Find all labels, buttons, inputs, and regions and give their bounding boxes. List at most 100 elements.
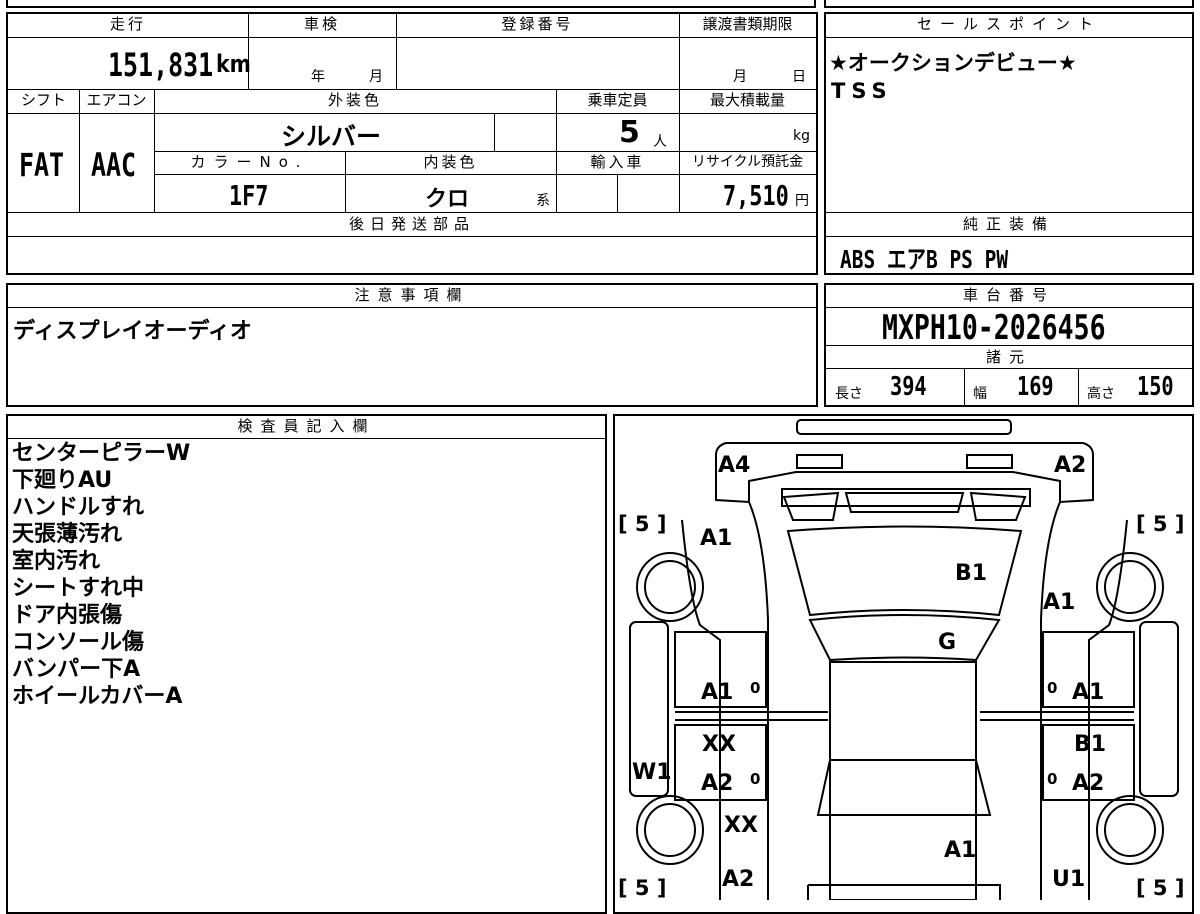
recycle-label: リサイクル預託金: [691, 154, 804, 170]
capacity-label: 乗車定員: [587, 91, 648, 109]
shift-label: シフト: [20, 91, 66, 109]
rule: [826, 368, 1192, 369]
later-parts-label: 後日発送部品: [348, 215, 475, 233]
wheel-rear-right-inner: [1104, 803, 1156, 857]
recycle-fee-value: 7,510: [723, 179, 789, 212]
inspector-note-line: シートすれ中: [12, 576, 145, 601]
mark-a2-left-rear: A2: [701, 771, 733, 796]
shaken-label: 車検: [303, 15, 340, 33]
inspector-note-line: ハンドルすれ: [12, 495, 145, 520]
car-diagram: A4 A2 [ 5 ] [ 5 ] A1 B1 A1 G A1 0 A1 0 X…: [618, 419, 1184, 900]
headlight-right: [966, 454, 1013, 469]
inspector-note-line: コンソール傷: [12, 630, 145, 655]
mark-u1: U1: [1052, 867, 1085, 892]
height-label: 高さ: [1087, 386, 1115, 402]
transfer-deadline-label: 譲渡書類期限: [702, 15, 793, 33]
windshield: [808, 614, 1001, 662]
grille-center: [844, 492, 965, 513]
rule: [155, 174, 816, 175]
rule: [964, 368, 965, 405]
inspector-note-line: ドア内張傷: [12, 603, 123, 628]
inspector-note-line: 室内汚れ: [12, 549, 101, 574]
door-mark: 0: [750, 770, 760, 788]
rule: [8, 307, 816, 308]
width-value: 169: [1017, 372, 1054, 402]
mark-w1: W1: [632, 760, 672, 785]
inspector-label: 検査員記入欄: [237, 417, 376, 435]
import-label: 輸入車: [590, 153, 645, 171]
inspector-note-line: センターピラーW: [12, 441, 191, 466]
sales-point-line: ★オークションデビュー★: [829, 51, 1077, 75]
front-edge: [796, 419, 1012, 435]
mark-a1-left-door: A1: [701, 680, 733, 705]
door-mark: 0: [1047, 770, 1057, 788]
rule: [8, 37, 816, 38]
shaken-year-unit: 年: [311, 69, 325, 85]
roof: [829, 661, 977, 900]
height-value: 150: [1137, 372, 1174, 402]
tire-front-left: [ 5 ]: [618, 512, 666, 536]
mark-a1-left-fender: A1: [700, 526, 732, 551]
top-strip-right: [824, 0, 1194, 8]
sales-point-label: セールスポイント: [916, 15, 1101, 33]
transfer-month-unit: 月: [733, 69, 747, 85]
mark-a1-right-door: A1: [1072, 680, 1104, 705]
capacity-unit: 人: [653, 134, 667, 150]
mileage-label: 走行: [109, 15, 146, 33]
length-value: 394: [890, 372, 927, 402]
rule: [8, 113, 816, 114]
mark-a1-roof: A1: [944, 838, 976, 863]
inspector-note-line: 下廻りAU: [12, 468, 113, 493]
rule: [826, 236, 1192, 237]
mileage-value: 151,831: [108, 46, 214, 84]
rear-bumper: [807, 884, 1001, 900]
mark-a2-front: A2: [1054, 453, 1086, 478]
headlight-left: [796, 454, 843, 469]
mark-a4: A4: [718, 453, 750, 478]
rule: [826, 37, 1192, 38]
mark-xx-left-rear: XX: [702, 732, 736, 757]
interior-color-label: 内装色: [423, 153, 478, 171]
sales-point-line: TSS: [831, 79, 893, 103]
interior-color-suffix: 系: [536, 193, 550, 209]
exterior-color-label: 外装色: [327, 91, 382, 109]
rule: [8, 236, 816, 237]
genuine-equipment-label: 純正装備: [962, 215, 1055, 233]
chassis-number: MXPH10-2026456: [882, 308, 1106, 348]
rear-window: [816, 759, 992, 816]
rule: [494, 113, 495, 151]
mark-xx-quarter: XX: [724, 813, 758, 838]
mark-g-windshield: G: [938, 630, 956, 655]
tire-front-right: [ 5 ]: [1136, 512, 1184, 536]
top-strip: [6, 0, 816, 8]
max-load-label: 最大積載量: [709, 91, 785, 109]
mark-a1-right-fender: A1: [1043, 590, 1075, 615]
tire-rear-right: [ 5 ]: [1136, 876, 1184, 900]
length-label: 長さ: [835, 386, 863, 402]
wheel-rear-left-inner: [644, 803, 696, 857]
specs-label: 諸元: [985, 348, 1032, 366]
width-label: 幅: [973, 386, 987, 402]
wheel-rear-left: [636, 795, 704, 865]
rule: [617, 174, 618, 212]
capacity-value: 5: [619, 115, 640, 150]
wheel-front-left: [636, 552, 704, 622]
grille: [781, 488, 1031, 507]
mark-a2-right-rear: A2: [1072, 771, 1104, 796]
mark-a2-rear-bumper: A2: [722, 867, 754, 892]
aircon-label: エアコン: [86, 91, 147, 109]
recycle-unit: 円: [795, 193, 809, 209]
shaken-month-unit: 月: [369, 69, 383, 85]
mileage-unit: km: [216, 50, 251, 78]
color-no-label: カラーNo.: [190, 153, 309, 171]
inspector-note-line: バンパー下A: [12, 657, 141, 682]
interior-color-value: クロ: [425, 187, 470, 212]
mark-b1-hood: B1: [955, 561, 987, 586]
color-no-value: 1F7: [229, 179, 269, 212]
aircon-value: AAC: [91, 146, 137, 184]
shift-value: FAT: [19, 146, 65, 184]
exterior-color-value: シルバー: [281, 122, 382, 151]
rule: [8, 438, 605, 439]
chassis-label: 車台番号: [962, 286, 1055, 304]
inspector-note-line: ホイールカバーA: [12, 684, 183, 709]
